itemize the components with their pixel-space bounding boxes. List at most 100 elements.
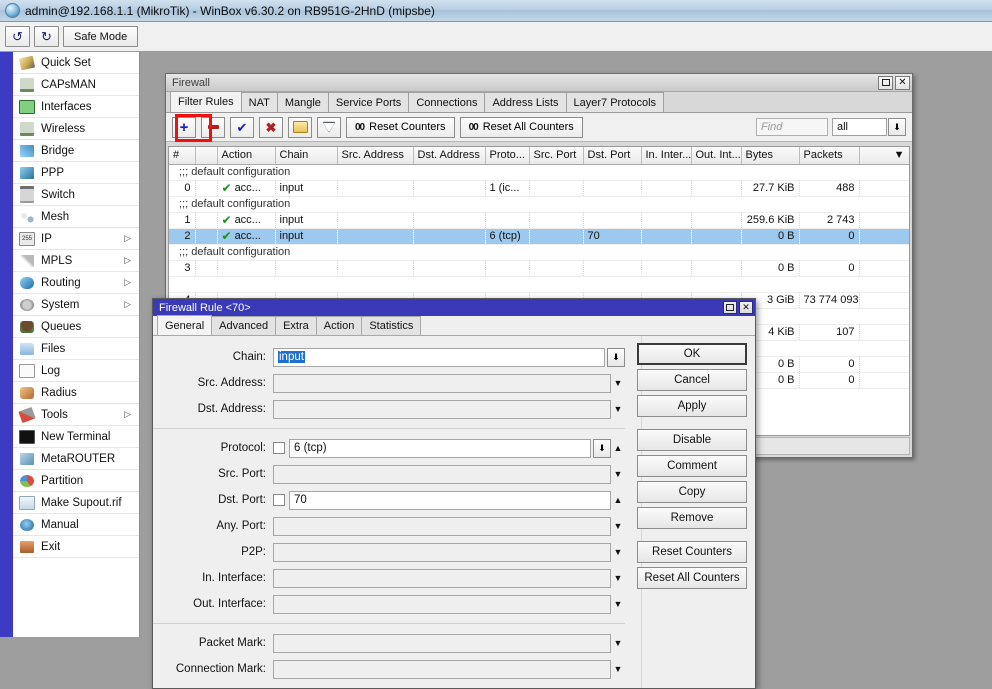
table-row[interactable]: 1 ✔ acc... input 259.6 KiB 2 743 (169, 212, 909, 229)
firewall-tab-connections[interactable]: Connections (408, 92, 486, 112)
redo-button[interactable]: ↻ (34, 26, 59, 47)
field-caret-icon-p2p[interactable]: ▼ (611, 547, 625, 557)
sidebar-item-bridge[interactable]: Bridge (13, 140, 139, 162)
field-input-out-interface[interactable] (273, 594, 611, 614)
sidebar-item-new-terminal[interactable]: New Terminal (13, 426, 139, 448)
field-input-src-port[interactable] (273, 464, 611, 484)
field-caret-icon-packet-mark[interactable]: ▼ (611, 638, 625, 648)
sidebar-item-queues[interactable]: Queues (13, 316, 139, 338)
sidebar-item-metarouter[interactable]: MetaROUTER (13, 448, 139, 470)
enable-rule-button[interactable]: ✔ (230, 116, 254, 138)
field-input-chain[interactable]: input (273, 347, 605, 367)
column-header-in-inter[interactable]: In. Inter... (641, 147, 692, 165)
undo-button[interactable]: ↺ (5, 26, 30, 47)
sidebar-item-wireless[interactable]: Wireless (13, 118, 139, 140)
firewall-close-button[interactable]: ✕ (895, 75, 910, 90)
rule-dialog-maximize-button[interactable] (723, 301, 737, 314)
field-input-in-interface[interactable] (273, 568, 611, 588)
apply-button[interactable]: Apply (637, 395, 747, 417)
reset-all-counters-button[interactable]: Reset All Counters (637, 567, 747, 589)
field-input-packet-mark[interactable] (273, 633, 611, 653)
field-dropdown-icon-protocol[interactable]: ⬇ (593, 438, 611, 458)
rule-dialog-tab-action[interactable]: Action (315, 316, 363, 335)
field-caret-icon-dst-address[interactable]: ▼ (611, 404, 625, 414)
firewall-tab-filter-rules[interactable]: Filter Rules (170, 91, 242, 112)
field-input-p2p[interactable] (273, 542, 611, 562)
field-negate-caret-icon-protocol[interactable]: ▲ (611, 443, 625, 453)
disable-rule-button[interactable]: ✖ (259, 116, 283, 138)
ok-button[interactable]: OK (637, 343, 747, 365)
reset-counters-button[interactable]: Reset Counters (637, 541, 747, 563)
field-input-connection-mark[interactable] (273, 659, 611, 679)
search-scope-dropdown-icon[interactable]: ⬇ (888, 118, 906, 136)
cancel-button[interactable]: Cancel (637, 369, 747, 391)
field-caret-icon-out-interface[interactable]: ▼ (611, 599, 625, 609)
firewall-tab-mangle[interactable]: Mangle (276, 92, 329, 112)
field-input-src-address[interactable] (273, 373, 611, 393)
field-caret-icon-src-address[interactable]: ▼ (611, 378, 625, 388)
column-header-packets[interactable]: Packets (799, 147, 860, 165)
copy-button[interactable]: Copy (637, 481, 747, 503)
sidebar-item-routing[interactable]: Routing ▷ (13, 272, 139, 294)
firewall-maximize-button[interactable] (878, 75, 893, 90)
table-comment-row[interactable]: ;;; default configuration (169, 244, 909, 261)
table-comment-row[interactable]: ;;; default configuration (169, 196, 909, 213)
field-input-protocol[interactable]: 6 (tcp) (289, 438, 591, 458)
sidebar-item-exit[interactable]: Exit (13, 536, 139, 558)
firewall-tab-layer7-protocols[interactable]: Layer7 Protocols (565, 92, 665, 112)
column-header-[interactable]: # (169, 147, 196, 165)
sidebar-item-capsman[interactable]: CAPsMAN (13, 74, 139, 96)
column-header-dst-address[interactable]: Dst. Address (413, 147, 486, 165)
sidebar-item-mesh[interactable]: Mesh (13, 206, 139, 228)
sidebar-item-tools[interactable]: Tools ▷ (13, 404, 139, 426)
column-header-bytes[interactable]: Bytes (741, 147, 800, 165)
column-sort-menu-icon[interactable]: ▼ (859, 147, 909, 165)
reset-counters-button[interactable]: 00 Reset Counters (346, 116, 455, 138)
table-row[interactable]: 2 ✔ acc... input 6 (tcp) 70 0 B0 (169, 228, 909, 245)
comment-button[interactable]: Comment (637, 455, 747, 477)
field-dropdown-icon-chain[interactable]: ⬇ (607, 347, 625, 367)
rule-dialog-tab-statistics[interactable]: Statistics (361, 316, 422, 335)
find-input[interactable]: Find (756, 118, 828, 136)
remove-button[interactable]: Remove (637, 507, 747, 529)
comment-button[interactable] (288, 116, 312, 138)
sidebar-item-radius[interactable]: Radius (13, 382, 139, 404)
disable-button[interactable]: Disable (637, 429, 747, 451)
field-caret-icon-any-port[interactable]: ▼ (611, 521, 625, 531)
table-comment-row[interactable] (169, 276, 909, 293)
column-header-src-port[interactable]: Src. Port (529, 147, 584, 165)
field-checkbox-protocol[interactable] (273, 442, 285, 454)
firewall-tab-address-lists[interactable]: Address Lists (484, 92, 567, 112)
sidebar-item-system[interactable]: System ▷ (13, 294, 139, 316)
safe-mode-button[interactable]: Safe Mode (63, 26, 139, 47)
sidebar-item-files[interactable]: Files (13, 338, 139, 360)
field-caret-icon-connection-mark[interactable]: ▼ (611, 664, 625, 674)
column-header-chain[interactable]: Chain (275, 147, 338, 165)
sidebar-item-ip[interactable]: 255 IP ▷ (13, 228, 139, 250)
sidebar-item-mpls[interactable]: MPLS ▷ (13, 250, 139, 272)
field-input-dst-address[interactable] (273, 399, 611, 419)
column-header-out-int[interactable]: Out. Int... (691, 147, 742, 165)
table-row[interactable]: 3 0 B0 (169, 260, 909, 277)
field-input-any-port[interactable] (273, 516, 611, 536)
add-rule-button[interactable]: + (172, 116, 196, 138)
sidebar-item-interfaces[interactable]: Interfaces (13, 96, 139, 118)
column-header-src-address[interactable]: Src. Address (337, 147, 414, 165)
sidebar-item-make-supout-rif[interactable]: Make Supout.rif (13, 492, 139, 514)
field-negate-caret-icon-dst-port[interactable]: ▲ (611, 495, 625, 505)
table-row[interactable]: 0 ✔ acc... input 1 (ic... 27.7 KiB 488 (169, 180, 909, 197)
sidebar-item-manual[interactable]: Manual (13, 514, 139, 536)
rule-dialog-tab-extra[interactable]: Extra (275, 316, 317, 335)
column-header-action[interactable]: Action (217, 147, 276, 165)
field-input-dst-port[interactable]: 70 (289, 490, 611, 510)
reset-all-counters-button[interactable]: 00 Reset All Counters (459, 116, 583, 138)
search-scope-input[interactable]: all (832, 118, 887, 136)
remove-rule-button[interactable] (201, 116, 225, 138)
rule-dialog-tab-general[interactable]: General (157, 315, 213, 335)
sidebar-item-quick-set[interactable]: Quick Set (13, 52, 139, 74)
sidebar-item-log[interactable]: Log (13, 360, 139, 382)
field-caret-icon-in-interface[interactable]: ▼ (611, 573, 625, 583)
column-header-proto[interactable]: Proto... (485, 147, 530, 165)
sidebar-item-switch[interactable]: Switch (13, 184, 139, 206)
sidebar-item-ppp[interactable]: PPP (13, 162, 139, 184)
